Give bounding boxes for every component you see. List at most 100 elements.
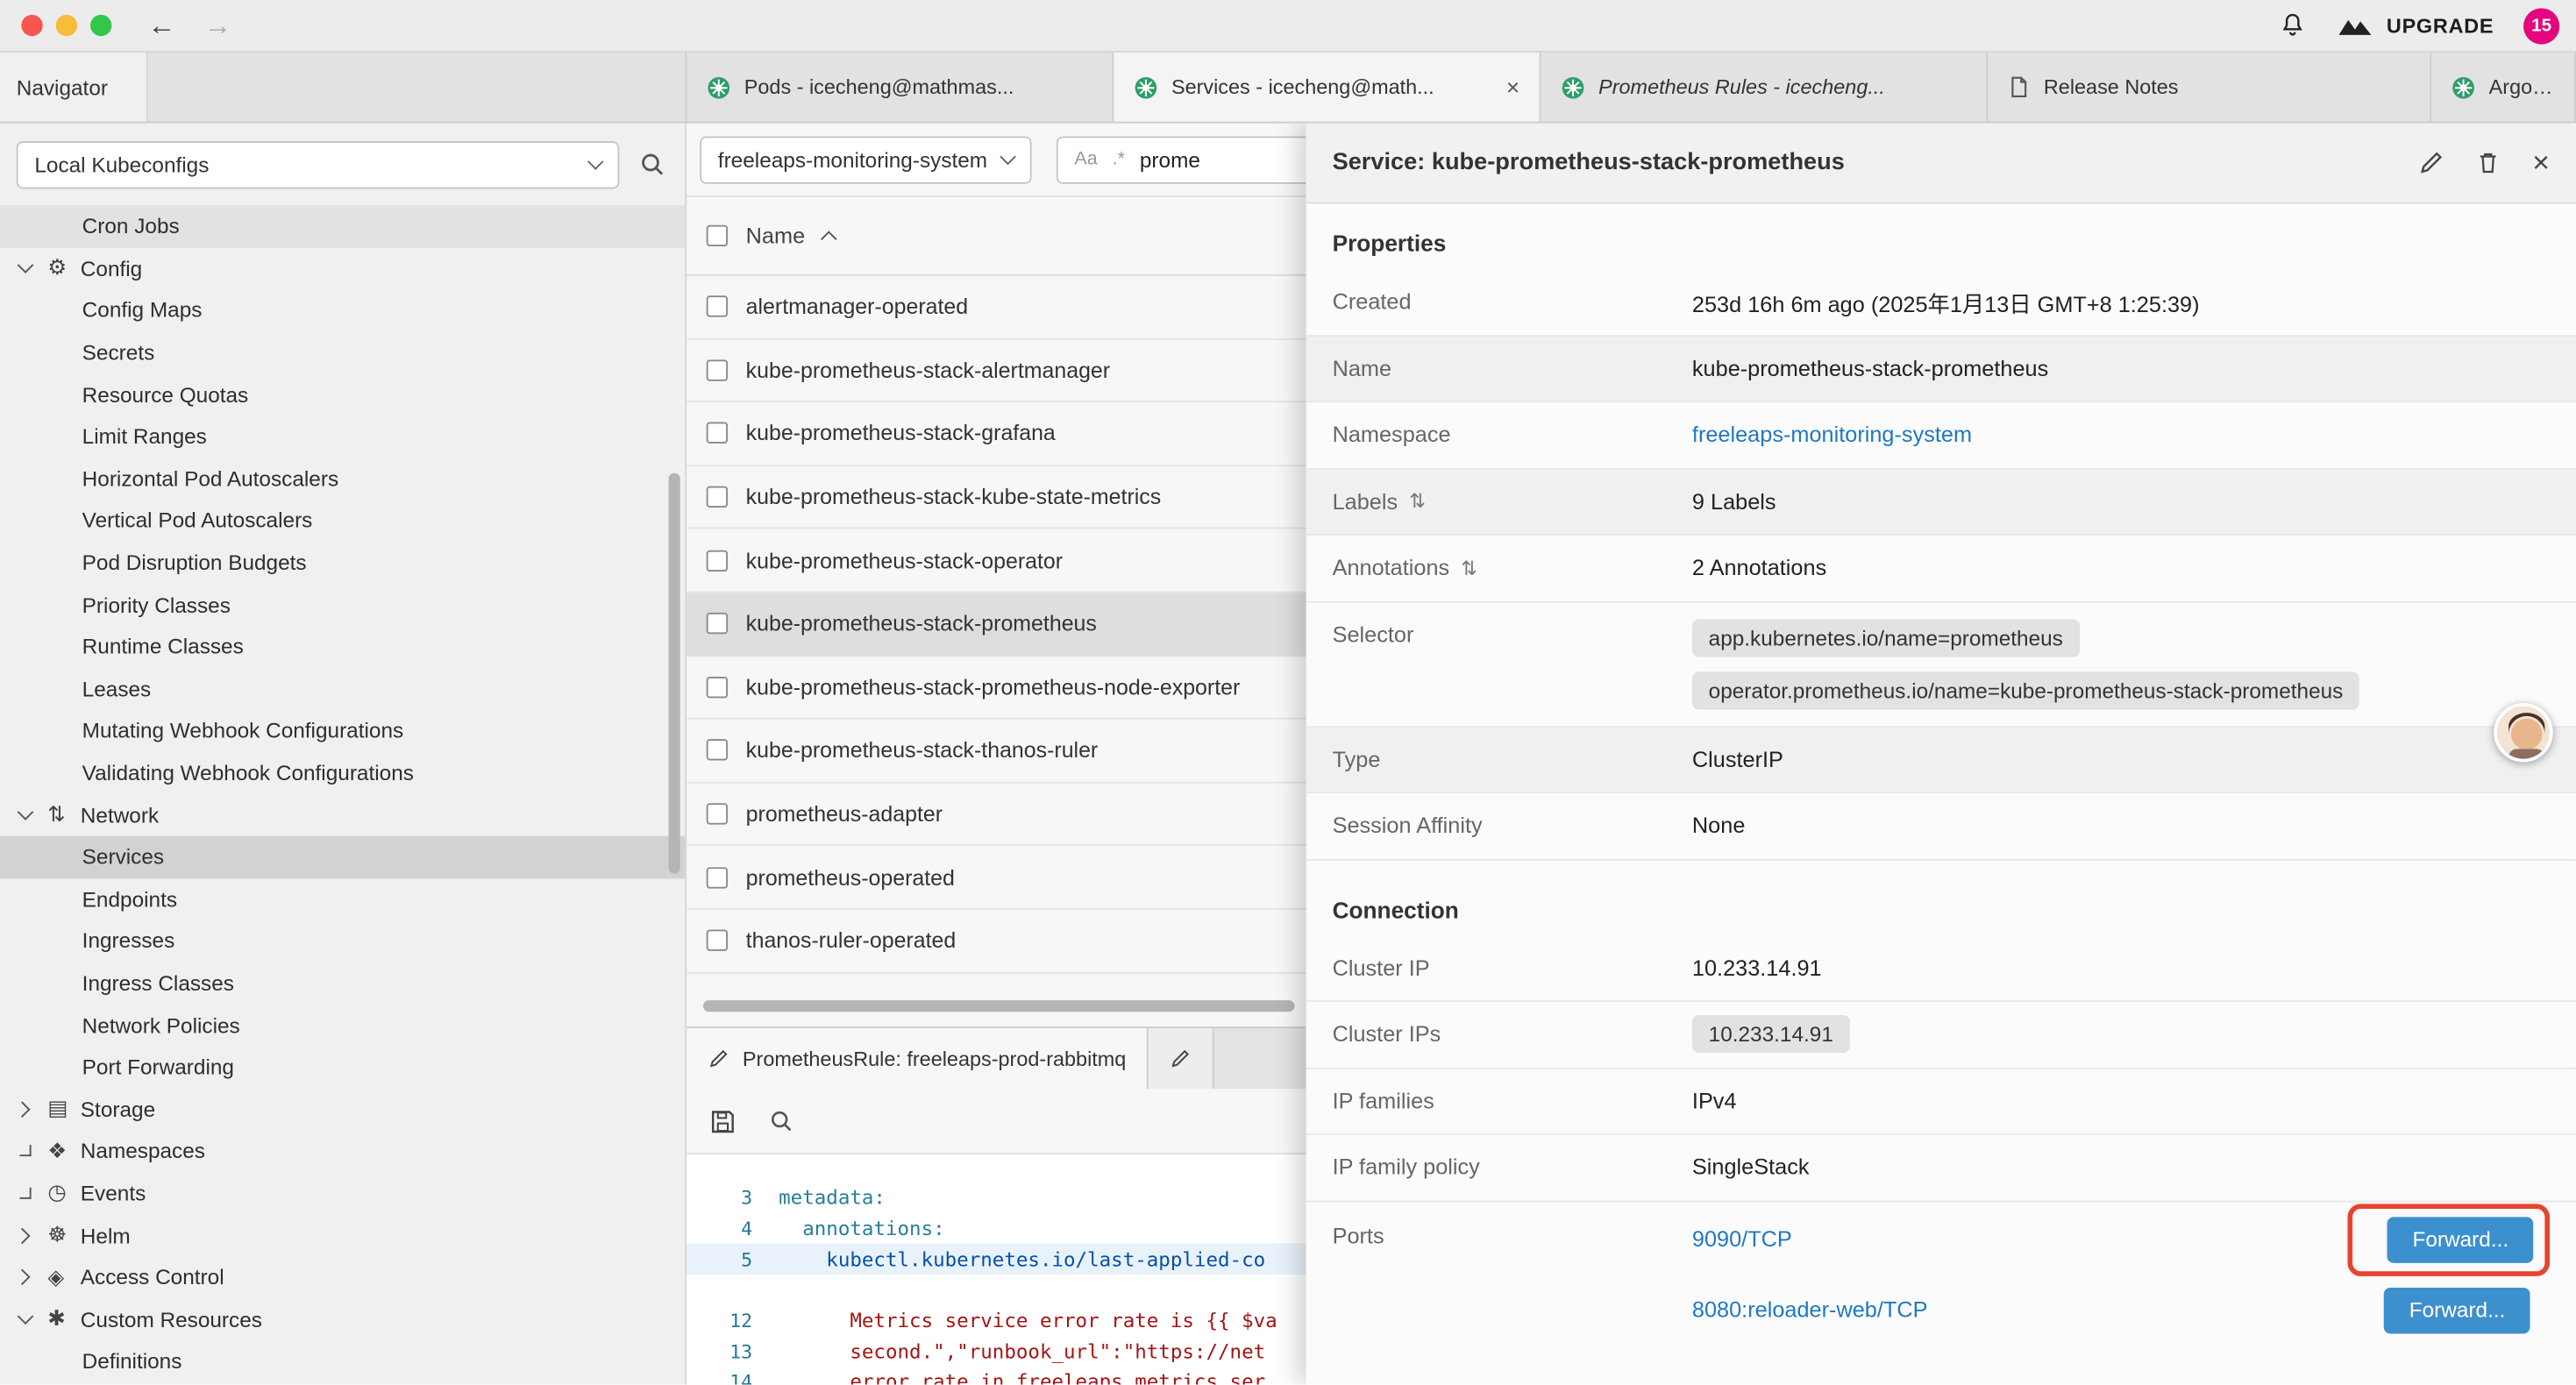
close-window-button[interactable] <box>21 15 42 36</box>
row-checkbox[interactable] <box>707 296 728 317</box>
sidebar-item[interactable]: Runtime Classes <box>0 626 685 668</box>
tab-pods[interactable]: Pods - icecheng@mathmas... <box>687 53 1114 122</box>
sidebar-item[interactable]: Config Maps <box>0 289 685 331</box>
sidebar-search-icon[interactable] <box>639 151 665 177</box>
sidebar-item[interactable]: Definitions <box>0 1340 685 1382</box>
sidebar-item[interactable]: Validating Webhook Configurations <box>0 752 685 794</box>
annotations-value: 2 Annotations <box>1692 556 1826 580</box>
kubeconfig-select[interactable]: Local Kubeconfigs <box>17 140 620 188</box>
tab-prometheus-rules[interactable]: Prometheus Rules - icecheng... <box>1541 53 1989 122</box>
sidebar-item[interactable]: Services <box>0 836 685 878</box>
close-drawer-icon[interactable]: × <box>2532 148 2550 178</box>
row-checkbox[interactable] <box>707 930 728 951</box>
expander-chevron-icon[interactable] <box>19 1188 47 1199</box>
table-row[interactable]: kube-prometheus-stack-grafana <box>687 402 1306 465</box>
table-row[interactable]: kube-prometheus-stack-prometheus <box>687 593 1306 656</box>
dock-tab-prometheusrule[interactable]: PrometheusRule: freeleaps-prod-rabbitmq <box>687 1028 1149 1089</box>
sidebar-item[interactable]: ❖ Namespaces <box>0 1130 685 1172</box>
sidebar-item[interactable]: ☸ Helm <box>0 1214 685 1256</box>
edit-icon[interactable] <box>2419 150 2445 176</box>
sidebar-item[interactable]: ◈ Access Control <box>0 1256 685 1298</box>
row-checkbox[interactable] <box>707 803 728 824</box>
sidebar-item[interactable]: Endpoints <box>0 877 685 920</box>
expander-chevron-icon[interactable] <box>19 1146 47 1157</box>
upgrade-button[interactable]: UPGRADE <box>2336 13 2494 38</box>
sidebar-item[interactable]: Ingress Classes <box>0 962 685 1004</box>
sidebar-item[interactable]: Network Policies <box>0 1004 685 1046</box>
sidebar-item[interactable]: ▤ Storage <box>0 1088 685 1130</box>
row-checkbox[interactable] <box>707 613 728 634</box>
sidebar-item[interactable]: Ingresses <box>0 920 685 962</box>
table-row[interactable]: kube-prometheus-stack-prometheus-node-ex… <box>687 657 1306 720</box>
expander-chevron-icon[interactable] <box>19 812 47 818</box>
sidebar-item[interactable]: Port Forwarding <box>0 1046 685 1088</box>
sidebar-item[interactable]: Pod Disruption Budgets <box>0 542 685 584</box>
sidebar-item[interactable]: ⚙ Config <box>0 247 685 289</box>
port-link-8080[interactable]: 8080:reloader-web/TCP <box>1692 1297 1928 1322</box>
navigator-tab[interactable]: Navigator <box>0 53 148 122</box>
table-row[interactable]: kube-prometheus-stack-operator <box>687 529 1306 593</box>
minimize-window-button[interactable] <box>56 15 77 36</box>
select-all-checkbox[interactable] <box>707 225 728 246</box>
search-input[interactable]: Aa .* prome <box>1057 136 1306 183</box>
table-row[interactable]: kube-prometheus-stack-alertmanager <box>687 339 1306 402</box>
tab-release-notes[interactable]: Release Notes <box>1988 53 2431 122</box>
regex-toggle[interactable]: .* <box>1113 150 1125 169</box>
port-forward-button-9090[interactable]: Forward... <box>2387 1216 2533 1261</box>
tab-argo[interactable]: Argo Se <box>2431 53 2576 122</box>
notifications-bell-icon[interactable] <box>2278 11 2306 39</box>
sidebar-item[interactable]: Priority Classes <box>0 584 685 626</box>
sidebar-item[interactable]: Limit Ranges <box>0 416 685 458</box>
expander-chevron-icon[interactable] <box>19 1104 47 1115</box>
row-checkbox[interactable] <box>707 550 728 571</box>
table-row[interactable]: kube-prometheus-stack-thanos-ruler <box>687 720 1306 783</box>
table-row[interactable]: prometheus-operated <box>687 847 1306 910</box>
row-checkbox[interactable] <box>707 677 728 698</box>
sidebar-item-label: Helm <box>81 1223 131 1247</box>
back-button[interactable]: ← <box>148 11 176 39</box>
sidebar-item[interactable]: Leases <box>0 668 685 710</box>
row-label: Cluster IP <box>1333 955 1430 980</box>
expander-chevron-icon[interactable] <box>19 1272 47 1283</box>
close-tab-icon[interactable]: × <box>1499 74 1519 100</box>
save-icon[interactable] <box>709 1108 736 1134</box>
expander-chevron-icon[interactable] <box>19 1230 47 1241</box>
horizontal-scrollbar[interactable] <box>703 1000 1295 1012</box>
forward-nav-button[interactable]: → <box>203 11 231 39</box>
sidebar-item[interactable]: Horizontal Pod Autoscalers <box>0 458 685 500</box>
expander-chevron-icon[interactable] <box>19 1316 47 1322</box>
expander-chevron-icon[interactable] <box>19 265 47 271</box>
namespace-select[interactable]: freeleaps-monitoring-system <box>700 136 1031 183</box>
yaml-editor[interactable]: 3 metadata: 4 annotations: 5 kubectl.kub… <box>687 1154 1306 1384</box>
row-checkbox[interactable] <box>707 740 728 761</box>
sidebar-item[interactable]: Mutating Webhook Configurations <box>0 710 685 752</box>
port-forward-button-8080[interactable]: Forward... <box>2385 1287 2530 1332</box>
port-link-9090[interactable]: 9090/TCP <box>1692 1227 1792 1252</box>
row-checkbox[interactable] <box>707 487 728 508</box>
annotations-expand-icon[interactable]: ⇅ <box>1461 557 1477 579</box>
dock-tab-partial[interactable] <box>1149 1028 1215 1089</box>
table-row[interactable]: thanos-ruler-operated <box>687 910 1306 973</box>
table-row[interactable]: prometheus-adapter <box>687 783 1306 846</box>
sidebar-item[interactable]: Resource Quotas <box>0 373 685 416</box>
name-column-header[interactable]: Name <box>746 224 805 248</box>
row-checkbox[interactable] <box>707 423 728 444</box>
row-checkbox[interactable] <box>707 867 728 888</box>
tab-services[interactable]: Services - icecheng@math... × <box>1114 53 1541 122</box>
sidebar-item[interactable]: Secrets <box>0 331 685 373</box>
sidebar-scrollbar[interactable] <box>669 473 680 874</box>
match-case-toggle[interactable]: Aa <box>1074 150 1097 169</box>
labels-expand-icon[interactable]: ⇅ <box>1409 490 1426 513</box>
sidebar-item[interactable]: ⇅ Network <box>0 794 685 836</box>
sidebar-item[interactable]: Cron Jobs <box>0 205 685 247</box>
table-row[interactable]: kube-prometheus-stack-kube-state-metrics <box>687 466 1306 529</box>
maximize-window-button[interactable] <box>90 15 111 36</box>
editor-search-icon[interactable] <box>769 1109 793 1133</box>
namespace-link[interactable]: freeleaps-monitoring-system <box>1692 423 1972 447</box>
delete-trash-icon[interactable] <box>2477 150 2501 176</box>
row-checkbox[interactable] <box>707 359 728 380</box>
sidebar-item[interactable]: Vertical Pod Autoscalers <box>0 500 685 542</box>
table-row[interactable]: alertmanager-operated <box>687 276 1306 339</box>
sidebar-item[interactable]: ◷ Events <box>0 1172 685 1214</box>
sidebar-item[interactable]: ✱ Custom Resources <box>0 1298 685 1340</box>
